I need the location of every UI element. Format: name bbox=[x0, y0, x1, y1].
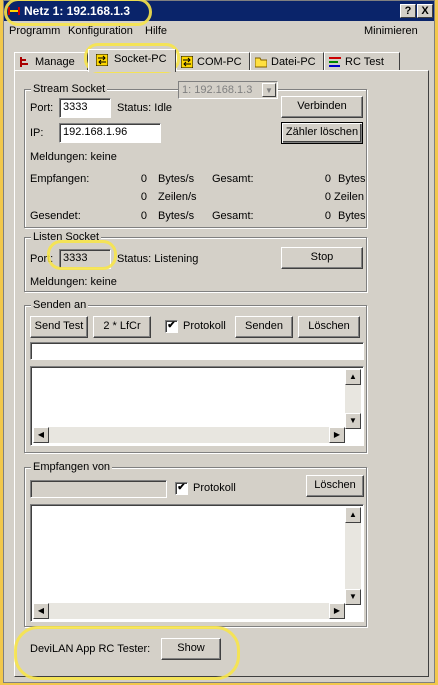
app-window: Netz 1: 192.168.1.3 ? X Programm Konfigu… bbox=[3, 0, 435, 683]
send-to-group: Senden an Send Test 2 * LfCr ✔ Protokoll… bbox=[24, 299, 367, 453]
listen-status: Status: Listening bbox=[117, 253, 199, 265]
sent-bytes-rate: 0 bbox=[140, 210, 147, 222]
ip-label: IP: bbox=[30, 127, 44, 139]
recv-bytes-rate: 0 bbox=[140, 173, 147, 185]
send-test-button[interactable]: Send Test bbox=[30, 316, 88, 338]
menu-konfiguration[interactable]: Konfiguration bbox=[68, 25, 133, 37]
recv-total-lines: 0 bbox=[324, 191, 331, 203]
port-label: Port: bbox=[30, 253, 54, 265]
stop-button[interactable]: Stop bbox=[281, 247, 363, 269]
group-title: Stream Socket bbox=[31, 83, 108, 95]
port-label: Port: bbox=[30, 102, 54, 114]
recv-lines-rate: 0 bbox=[140, 191, 147, 203]
unit-bytes-per-sec: Bytes/s bbox=[158, 173, 195, 185]
total-label: Gesamt: bbox=[212, 210, 254, 222]
tab-label: Socket-PC bbox=[114, 53, 167, 65]
send-button[interactable]: Senden bbox=[235, 316, 293, 338]
scroll-right-icon[interactable]: ▶ bbox=[329, 427, 345, 443]
scroll-up-icon[interactable]: ▲ bbox=[345, 369, 361, 385]
network-select-value: 1: 192.168.1.3 bbox=[182, 84, 253, 96]
tab-com-pc[interactable]: COM-PC bbox=[176, 52, 250, 71]
rc-test-icon bbox=[329, 56, 341, 68]
menu-bar: Programm Konfiguration Hilfe Minimieren bbox=[4, 22, 434, 42]
network-select[interactable]: 1: 192.168.1.3 ▼ bbox=[178, 81, 278, 99]
horizontal-scrollbar[interactable]: ◀ ▶ bbox=[33, 427, 345, 443]
reset-counter-button[interactable]: Zähler löschen bbox=[281, 122, 363, 144]
unit-bytes: Bytes bbox=[338, 210, 366, 222]
tab-label: COM-PC bbox=[197, 56, 242, 68]
tab-label: RC Test bbox=[345, 56, 384, 68]
group-title: Listen Socket bbox=[31, 231, 102, 243]
listen-socket-group: Listen Socket Port: 3333 Status: Listeni… bbox=[24, 231, 367, 292]
connect-button[interactable]: Verbinden bbox=[281, 96, 363, 118]
listen-messages: Meldungen: keine bbox=[30, 276, 117, 288]
show-button[interactable]: Show bbox=[161, 638, 221, 660]
tab-strip: Manage Socket-PC COM-PC Datei-PC RC Test bbox=[14, 49, 424, 72]
network-icon bbox=[7, 4, 21, 18]
chevron-down-icon[interactable]: ▼ bbox=[262, 83, 276, 97]
listen-port-input[interactable]: 3333 bbox=[59, 249, 111, 269]
received-label: Empfangen: bbox=[30, 173, 90, 185]
group-title: Senden an bbox=[31, 299, 89, 311]
send-protocol-checkbox[interactable]: ✔ bbox=[165, 320, 178, 333]
unit-bytes-per-sec: Bytes/s bbox=[158, 210, 195, 222]
tab-rc-test[interactable]: RC Test bbox=[324, 52, 400, 71]
receive-from-group: Empfangen von ✔ Protokoll Löschen ▲ ▼ ◀ … bbox=[24, 461, 367, 627]
receive-protocol-checkbox[interactable]: ✔ bbox=[175, 482, 188, 495]
sent-total-bytes: 0 bbox=[324, 210, 331, 222]
socket-icon bbox=[95, 53, 109, 67]
scroll-up-icon[interactable]: ▲ bbox=[345, 507, 361, 523]
unit-lines-per-sec: Zeilen/s bbox=[158, 191, 197, 203]
scroll-down-icon[interactable]: ▼ bbox=[345, 413, 361, 429]
group-title: Empfangen von bbox=[31, 461, 113, 473]
manage-icon bbox=[19, 56, 31, 68]
folder-icon bbox=[254, 56, 268, 68]
sent-label: Gesendet: bbox=[30, 210, 81, 222]
tab-manage[interactable]: Manage bbox=[14, 52, 88, 71]
help-button[interactable]: ? bbox=[400, 4, 416, 18]
receive-protocol-label: Protokoll bbox=[193, 482, 236, 494]
close-button[interactable]: X bbox=[417, 4, 433, 18]
title-bar[interactable]: Netz 1: 192.168.1.3 ? X bbox=[4, 1, 434, 21]
window-title: Netz 1: 192.168.1.3 bbox=[24, 4, 131, 18]
tab-datei-pc[interactable]: Datei-PC bbox=[250, 52, 324, 71]
lfcr-button[interactable]: 2 * LfCr bbox=[93, 316, 151, 338]
receive-clear-button[interactable]: Löschen bbox=[306, 475, 364, 497]
com-port-icon bbox=[180, 55, 194, 69]
tab-label: Manage bbox=[35, 56, 75, 68]
menu-programm[interactable]: Programm bbox=[9, 25, 60, 37]
receive-text-area[interactable]: ▲ ▼ ◀ ▶ bbox=[30, 504, 364, 622]
vertical-scrollbar[interactable]: ▲ ▼ bbox=[345, 507, 361, 605]
horizontal-scrollbar[interactable]: ◀ ▶ bbox=[33, 603, 345, 619]
send-text-area[interactable]: ▲ ▼ ◀ ▶ bbox=[30, 366, 364, 446]
menu-minimieren[interactable]: Minimieren bbox=[364, 25, 418, 37]
unit-bytes: Bytes bbox=[338, 173, 366, 185]
send-input[interactable] bbox=[30, 342, 364, 360]
total-label: Gesamt: bbox=[212, 173, 254, 185]
scroll-down-icon[interactable]: ▼ bbox=[345, 589, 361, 605]
vertical-scrollbar[interactable]: ▲ ▼ bbox=[345, 369, 361, 429]
scroll-left-icon[interactable]: ◀ bbox=[33, 603, 49, 619]
scroll-right-icon[interactable]: ▶ bbox=[329, 603, 345, 619]
send-clear-button[interactable]: Löschen bbox=[298, 316, 360, 338]
menu-hilfe[interactable]: Hilfe bbox=[145, 25, 167, 37]
unit-lines: Zeilen bbox=[334, 191, 364, 203]
tab-label: Datei-PC bbox=[271, 56, 316, 68]
scroll-left-icon[interactable]: ◀ bbox=[33, 427, 49, 443]
recv-total-bytes: 0 bbox=[324, 173, 331, 185]
socket-pc-panel: Stream Socket Port: 3333 Status: Idle 19… bbox=[14, 70, 429, 677]
stream-messages: Meldungen: keine bbox=[30, 151, 117, 163]
stream-port-input[interactable]: 3333 bbox=[59, 98, 111, 118]
ip-input[interactable]: 192.168.1.96 bbox=[59, 123, 161, 143]
tab-socket-pc[interactable]: Socket-PC bbox=[88, 49, 176, 72]
receive-source-field[interactable] bbox=[30, 480, 167, 498]
rc-tester-label: DeviLAN App RC Tester: bbox=[30, 643, 151, 655]
stream-status: Status: Idle bbox=[117, 102, 173, 114]
send-protocol-label: Protokoll bbox=[183, 320, 226, 332]
